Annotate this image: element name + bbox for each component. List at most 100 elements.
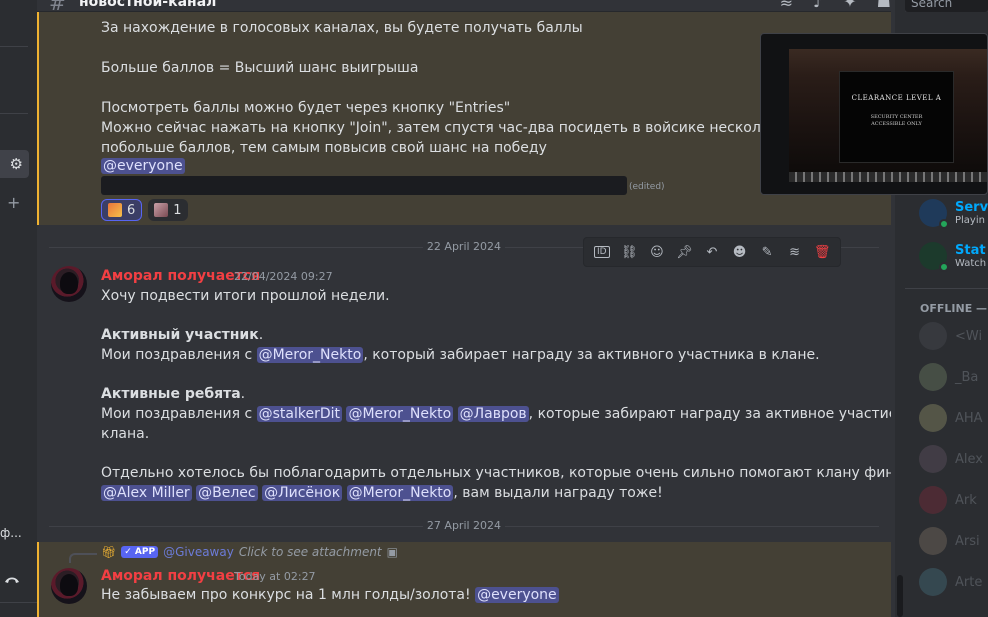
member-activity: Watch (955, 258, 987, 269)
bell-icon[interactable]: ♪ (813, 0, 823, 11)
message-text: Не забываем про конкурс на 1 млн голды/з… (101, 587, 559, 603)
video-screen-subtitle: SECURITY CENTER ACCESSIBLE ONLY (840, 114, 953, 128)
text-segment: , которые забирают награду за активное у… (528, 406, 891, 422)
member-item[interactable]: Arsi (919, 527, 980, 555)
avatar[interactable] (51, 568, 87, 604)
user-mention[interactable]: @Meror_Nekto (256, 347, 364, 363)
channel-item-truncated[interactable]: ф... (0, 526, 22, 540)
reply-preview[interactable]: 🎁︎ ✓ APP @Giveaway Click to see attachme… (101, 545, 398, 559)
message-text: Хочу подвести итоги прошлой недели. (101, 288, 390, 304)
online-status-icon (939, 219, 949, 229)
divider (0, 113, 28, 114)
text-segment: Не забываем про конкурс на 1 млн голды/з… (101, 587, 471, 603)
reply-connector (69, 553, 97, 563)
edited-label: (edited) (629, 182, 665, 192)
mention-everyone[interactable]: @everyone (475, 587, 559, 603)
message-text: клана. (101, 426, 150, 442)
divider (0, 46, 28, 47)
offline-header: OFFLINE — 45 (920, 302, 988, 315)
avatar (919, 199, 949, 229)
member-name: _Ba (955, 369, 979, 385)
text-segment: , который забирает награду за активного … (363, 347, 820, 363)
member-name: Arte (955, 574, 983, 590)
member-item[interactable]: Arte (919, 568, 982, 596)
custom-emoji-icon (154, 203, 169, 217)
user-mention[interactable]: @Meror_Nekto (346, 485, 454, 501)
member-name: Arsi (955, 533, 980, 549)
member-name: Alex (955, 451, 983, 467)
message-text: За нахождение в голосовых каналах, вы бу… (101, 20, 583, 36)
member-item[interactable]: AHA (919, 404, 983, 432)
reaction-button[interactable]: 6 (101, 199, 143, 221)
reply-icon[interactable]: ↶ (700, 241, 724, 263)
user-mention[interactable]: @stalkerDit (256, 406, 342, 422)
reply-text[interactable]: Click to see attachment (239, 545, 382, 559)
user-mention[interactable]: @Meror_Nekto (346, 406, 454, 422)
gift-icon: 🎁︎ (101, 545, 117, 559)
thread-icon[interactable]: ≋ (783, 241, 807, 263)
redacted-block (101, 176, 627, 195)
threads-icon[interactable]: ≋ (780, 0, 793, 11)
message-text: Мои поздравления с @Meror_Nekto, который… (101, 347, 820, 363)
gear-icon[interactable]: ⚙ (0, 150, 29, 178)
user-mention[interactable]: @Велес (196, 485, 258, 501)
pin-icon[interactable]: ✦ (843, 0, 856, 11)
message-text: Активный участник. (101, 327, 263, 343)
delete-icon[interactable]: 🗑︎ (810, 241, 834, 263)
search-input[interactable]: Search (905, 0, 988, 12)
video-scene-detail (789, 172, 987, 182)
fox-emoji-icon (108, 203, 122, 217)
member-item[interactable]: Stat Watch (919, 242, 987, 272)
reactions: 6 1 (101, 199, 188, 221)
video-popout[interactable]: CLEARANCE LEVEL A SECURITY CENTER ACCESSI… (760, 33, 988, 195)
link-icon[interactable]: ⛓ (617, 241, 641, 263)
date-divider-label: 27 April 2024 (422, 519, 506, 532)
mention-everyone[interactable]: @everyone (101, 158, 185, 174)
user-mention[interactable]: @Лисёнок (262, 485, 343, 501)
member-name: Ark (955, 492, 977, 508)
punctuation: . (240, 386, 246, 402)
reaction-count: 6 (127, 202, 136, 218)
video-screen-title: CLEARANCE LEVEL A (851, 94, 942, 102)
text-segment: Мои поздравления с (101, 406, 257, 422)
disconnect-call-icon[interactable] (4, 573, 20, 589)
channel-name: новостной-канал (79, 0, 217, 10)
member-item[interactable]: Alex (919, 445, 983, 473)
member-item[interactable]: _Ba (919, 363, 978, 391)
user-mention[interactable]: @Alex Miller (101, 485, 192, 501)
edit-icon[interactable]: ✎ (755, 241, 779, 263)
member-item[interactable]: Serv Playin (919, 199, 988, 229)
member-name: <Wi (955, 328, 983, 344)
add-icon[interactable]: + (7, 193, 20, 212)
user-mention[interactable]: @Лавров (457, 406, 529, 422)
member-item[interactable]: <Wi (919, 322, 982, 350)
reaction-button[interactable]: 1 (148, 199, 188, 221)
avatar (919, 363, 947, 391)
id-icon[interactable]: ID (590, 241, 614, 263)
member-list-icon[interactable]: ☗ (877, 0, 891, 11)
video-screen: CLEARANCE LEVEL A SECURITY CENTER ACCESSI… (839, 71, 954, 163)
avatar[interactable] (51, 266, 87, 302)
app-badge: ✓ APP (121, 546, 159, 558)
avatar (919, 242, 949, 272)
avatar (919, 322, 947, 350)
member-item[interactable]: Ark (919, 486, 977, 514)
avatar (919, 527, 947, 555)
punctuation: . (258, 327, 264, 343)
message-toolbar: ID ⛓ ☺ 📌︎ ↶ ☻ ✎ ≋ 🗑︎ (583, 237, 841, 267)
image-icon: ▣ (386, 545, 398, 559)
emoji-icon[interactable]: ☻ (728, 241, 752, 263)
message-text: побольше баллов, тем самым повысив свой … (101, 140, 547, 156)
reply-author[interactable]: @Giveaway (163, 545, 234, 559)
hash-icon: # (49, 0, 66, 12)
scrollbar-thumb[interactable] (897, 575, 903, 617)
avatar (919, 404, 947, 432)
message-text: Отдельно хотелось бы поблагодарить отдел… (101, 465, 891, 481)
divider (0, 602, 37, 603)
member-name: Serv (955, 200, 988, 215)
reaction-icon[interactable]: ☺ (645, 241, 669, 263)
timestamp: Today at 02:27 (234, 570, 316, 583)
video-text: SECURITY CENTER (870, 114, 923, 120)
message-text: Мои поздравления с @stalkerDit @Meror_Ne… (101, 406, 891, 422)
pin-icon[interactable]: 📌︎ (672, 241, 696, 263)
